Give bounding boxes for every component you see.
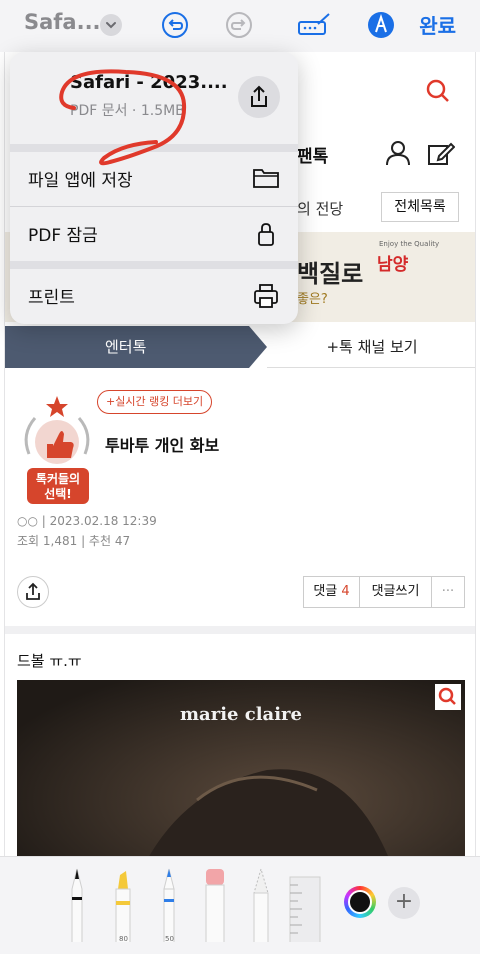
bottom-bar xyxy=(0,942,480,954)
comment-label: 댓글 xyxy=(313,584,338,599)
badge-label-line2: 선택! xyxy=(44,486,72,501)
undo-icon[interactable] xyxy=(160,10,190,40)
channel-tabs: 엔터톡 +톡 채널 보기 xyxy=(5,326,475,368)
post-stats: 조회 1,481 | 추천 47 xyxy=(17,532,130,549)
ruler-tool[interactable] xyxy=(288,865,322,949)
folder-icon xyxy=(252,166,280,194)
lasso-tool[interactable] xyxy=(248,865,274,949)
edit-icon[interactable] xyxy=(425,138,456,172)
zoom-icon[interactable] xyxy=(435,684,461,710)
chevron-down-icon[interactable] xyxy=(100,14,122,36)
print-row[interactable]: 프린트 xyxy=(10,269,298,323)
marker-tool[interactable]: 80 xyxy=(110,865,136,949)
comment-count: 4 xyxy=(341,584,350,599)
pencil-tool[interactable]: 50 xyxy=(156,865,182,949)
post-body-text: 드볼 ㅠ.ㅠ xyxy=(17,652,82,670)
post-views: 조회 1,481 xyxy=(17,534,78,548)
post-author: ○○ xyxy=(17,514,38,528)
document-title[interactable]: Safa... xyxy=(24,10,101,34)
post-photo[interactable]: marie claire xyxy=(17,680,465,872)
add-tool-button[interactable]: + xyxy=(388,887,420,919)
lock-icon xyxy=(252,221,280,251)
all-list-button[interactable]: 전체목록 xyxy=(381,192,459,222)
pdf-lock-label: PDF 잠금 xyxy=(28,226,98,246)
more-button[interactable]: ··· xyxy=(432,577,464,607)
eraser-tool[interactable] xyxy=(202,865,228,949)
selected-color-swatch xyxy=(348,890,372,914)
realtime-ranking-link[interactable]: +실시간 랭킹 더보기 xyxy=(97,390,213,414)
banner-headline: 백질로 xyxy=(297,260,364,288)
tab-enter-tok[interactable]: 엔터톡 xyxy=(5,326,249,368)
photo-watermark: marie claire xyxy=(180,704,302,725)
red-annotation-scribble xyxy=(59,69,187,166)
comment-count-button[interactable]: 댓글 4 xyxy=(304,577,360,607)
share-icon[interactable] xyxy=(238,76,280,118)
talkers-choice-badge: 톡커들의 선택! xyxy=(15,394,105,506)
post-date: | 2023.02.18 12:39 xyxy=(41,514,157,528)
post-recommend: | 추천 47 xyxy=(81,534,131,548)
banner-subtext: 좋은? xyxy=(297,292,328,307)
popover-separator xyxy=(10,261,298,269)
banner-brand-logo: 남양 xyxy=(377,255,409,275)
tab-channel-view[interactable]: +톡 채널 보기 xyxy=(267,326,475,368)
section-divider xyxy=(5,626,475,634)
tab-arrow-shape xyxy=(249,326,267,368)
banner-brand-tagline: Enjoy the Quality xyxy=(379,240,440,248)
markup-circle-icon[interactable] xyxy=(366,10,396,40)
post-title: 투바투 개인 화보 xyxy=(105,436,220,455)
post-author-date: ○○ | 2023.02.18 12:39 xyxy=(17,514,157,528)
pdf-lock-row[interactable]: PDF 잠금 xyxy=(10,207,298,261)
comment-button-group: 댓글 4 댓글쓰기 ··· xyxy=(303,576,465,608)
write-comment-button[interactable]: 댓글쓰기 xyxy=(360,577,432,607)
redo-icon[interactable] xyxy=(224,10,254,40)
nav-tok-label[interactable]: 팬톡 xyxy=(297,142,328,167)
done-button[interactable]: 완료 xyxy=(419,10,456,39)
color-picker-button[interactable] xyxy=(344,886,376,918)
user-icon[interactable] xyxy=(383,138,413,172)
share-button[interactable] xyxy=(17,576,49,608)
top-toolbar: Safa... 완료 xyxy=(0,0,480,52)
markup-pen-icon[interactable] xyxy=(296,10,332,40)
hall-of-fame-text: 의 전당 xyxy=(297,200,344,218)
pen-tool[interactable] xyxy=(64,865,90,949)
print-label: 프린트 xyxy=(28,288,75,308)
printer-icon xyxy=(252,283,280,313)
search-icon[interactable] xyxy=(425,78,451,108)
badge-label-line1: 톡커들의 xyxy=(36,471,80,486)
